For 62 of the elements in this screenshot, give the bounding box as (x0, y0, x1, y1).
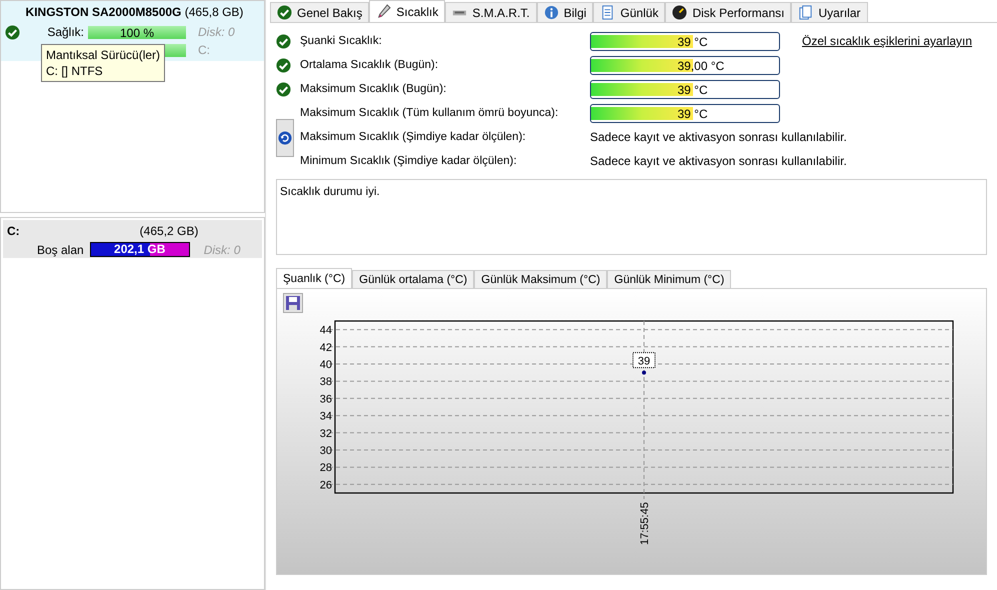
x-tick-label: 17:55:45 (639, 502, 651, 545)
disk-size: (465,8 GB) (184, 5, 244, 19)
tab[interactable]: Genel Bakış (270, 2, 370, 22)
disk-number: Disk: 0 (204, 242, 240, 256)
availability-note: Sadece kayıt ve aktivasyon sonrası kullanılabilir. (590, 130, 848, 144)
health-bar: 100 % (88, 26, 186, 38)
tab-icon (544, 5, 559, 20)
data-label: 39 (632, 352, 656, 368)
data-label: 39 (638, 356, 650, 368)
tab[interactable]: Uyarılar (791, 2, 868, 22)
y-tick-label: 42 (320, 342, 332, 354)
temperature-bar: 39 °C (590, 32, 780, 50)
tab-icon (798, 5, 814, 20)
tab[interactable]: Bilgi (536, 2, 594, 22)
free-space-label: Boş alan (37, 242, 84, 256)
reset-button[interactable] (276, 119, 294, 157)
temperature-label: Ortalama Sıcaklık (Bugün): (300, 59, 440, 71)
tab-icon (277, 5, 292, 20)
temperature-label: Maksimum Sıcaklık (Bugün): (300, 83, 448, 95)
y-tick-label: 26 (320, 479, 332, 492)
temperature-label: Şuanki Sıcaklık: (300, 35, 383, 47)
tab[interactable]: Disk Performansı (665, 2, 792, 22)
status-text-box: Sıcaklık durumu iyi. (276, 179, 987, 255)
tooltip: Mantıksal Sürücü(ler) C: [] NTFS (41, 44, 166, 82)
disk-title: KINGSTON SA2000M8500G (26, 5, 182, 19)
y-tick-label: 34 (320, 410, 332, 423)
temperature-bar: 39 °C (590, 80, 780, 98)
tab-icon (600, 5, 616, 20)
health-label: Sağlık: (46, 25, 84, 39)
y-tick-label: 28 (320, 462, 332, 474)
threshold-link[interactable]: Özel sıcaklık eşiklerini ayarlayın (802, 34, 972, 48)
y-tick-label: 44 (320, 324, 332, 337)
chart-tab[interactable]: Günlük ortalama (°C) (352, 270, 474, 288)
chart-tab[interactable]: Şuanlık (°C) (276, 268, 352, 288)
temperature-label: Minimum Sıcaklık (Şimdiye kadar ölçülen): (300, 155, 518, 167)
tab[interactable]: Günlük (593, 2, 666, 22)
tab-icon (376, 4, 392, 19)
volume-letter: C: (7, 224, 20, 238)
tab[interactable]: Sıcaklık (369, 0, 446, 22)
check-icon (276, 58, 291, 72)
temperature-bar: 39 °C (590, 104, 780, 122)
y-tick-label: 30 (320, 445, 332, 457)
chart-tab[interactable]: Günlük Maksimum (°C) (474, 270, 608, 288)
save-button[interactable] (283, 293, 303, 313)
y-tick-label: 36 (320, 393, 332, 406)
y-tick-label: 32 (320, 428, 332, 440)
temperature-label: Maksimum Sıcaklık (Şimdiye kadar ölçülen): (300, 131, 527, 143)
volume-size: (465,2 GB) (140, 224, 198, 238)
data-point (642, 370, 646, 375)
availability-note: Sadece kayıt ve aktivasyon sonrası kullanılabilir. (590, 154, 848, 168)
check-icon (276, 34, 291, 48)
drive-letter: C: (198, 43, 210, 57)
check-icon (5, 24, 20, 40)
y-tick-label: 38 (320, 376, 332, 388)
chart-tab[interactable]: Günlük Minimum (°C) (607, 270, 732, 288)
check-icon (276, 82, 291, 96)
tab[interactable]: S.M.A.R.T. (445, 2, 537, 22)
tab-icon (672, 5, 688, 20)
temperature-label: Maksimum Sıcaklık (Tüm kullanım ömrü boyunca): (300, 107, 560, 119)
y-tick-label: 40 (320, 359, 332, 371)
disk-number: Disk: 0 (198, 25, 235, 39)
undo-icon (278, 131, 292, 145)
